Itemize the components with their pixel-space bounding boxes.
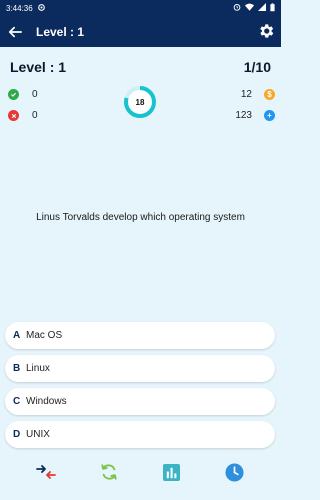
option-letter: D xyxy=(13,429,21,440)
countdown-timer: 18 xyxy=(123,85,157,119)
option-text: Mac OS xyxy=(26,330,63,341)
audience-poll-icon xyxy=(163,463,181,481)
level-label: Level : 1 xyxy=(10,59,67,75)
wrong-count: 0 xyxy=(8,110,38,121)
arrow-back-icon xyxy=(8,26,22,37)
fifty-fifty-icon xyxy=(36,465,57,479)
status-bar: 3:44:36 xyxy=(0,0,281,16)
option-c-button[interactable]: C Windows xyxy=(5,388,275,415)
points-count: 123 + xyxy=(235,110,275,121)
audience-poll-button[interactable] xyxy=(161,461,183,483)
correct-value: 0 xyxy=(32,89,38,100)
add-coins-icon[interactable]: + xyxy=(264,110,275,121)
skip-icon xyxy=(101,464,117,480)
option-text: Linux xyxy=(26,363,50,374)
level-header: Level : 1 1/10 xyxy=(0,59,281,75)
app-bar-title: Level : 1 xyxy=(36,24,85,39)
wifi-icon xyxy=(245,3,254,13)
add-time-button[interactable] xyxy=(224,461,246,483)
status-time: 3:44:36 xyxy=(6,3,33,13)
back-button[interactable] xyxy=(6,23,24,41)
battery-icon xyxy=(270,2,275,14)
coins-count: 12 $ xyxy=(241,89,275,100)
answer-options: A Mac OS B Linux C Windows D UNIX xyxy=(5,322,275,454)
skip-button[interactable] xyxy=(98,461,120,483)
notification-icon xyxy=(37,3,45,13)
timer-value: 18 xyxy=(135,97,145,107)
alarm-icon xyxy=(233,3,241,13)
wrong-value: 0 xyxy=(32,110,38,121)
coins-value: 12 xyxy=(240,89,252,100)
coin-icon: $ xyxy=(264,89,275,100)
signal-icon xyxy=(258,3,266,13)
lifeline-bar xyxy=(0,460,281,484)
option-b-button[interactable]: B Linux xyxy=(5,355,275,382)
points-value: 123 xyxy=(235,110,252,121)
app-bar: Level : 1 xyxy=(0,16,281,47)
question-progress: 1/10 xyxy=(243,59,271,75)
close-icon xyxy=(8,110,19,121)
check-icon xyxy=(8,89,19,100)
correct-count: 0 xyxy=(8,89,38,100)
gear-icon xyxy=(260,24,274,38)
option-text: UNIX xyxy=(26,429,50,440)
question-text: Linus Torvalds develop which operating s… xyxy=(36,212,245,223)
option-letter: C xyxy=(13,396,21,407)
option-d-button[interactable]: D UNIX xyxy=(5,421,275,448)
option-a-button[interactable]: A Mac OS xyxy=(5,322,275,349)
timer-icon xyxy=(225,462,244,482)
settings-button[interactable] xyxy=(256,21,276,41)
option-letter: A xyxy=(13,330,21,341)
option-text: Windows xyxy=(26,396,67,407)
stats-panel: 0 0 18 12 $ 123 + xyxy=(0,83,281,135)
fifty-fifty-button[interactable] xyxy=(35,461,57,483)
option-letter: B xyxy=(13,363,21,374)
